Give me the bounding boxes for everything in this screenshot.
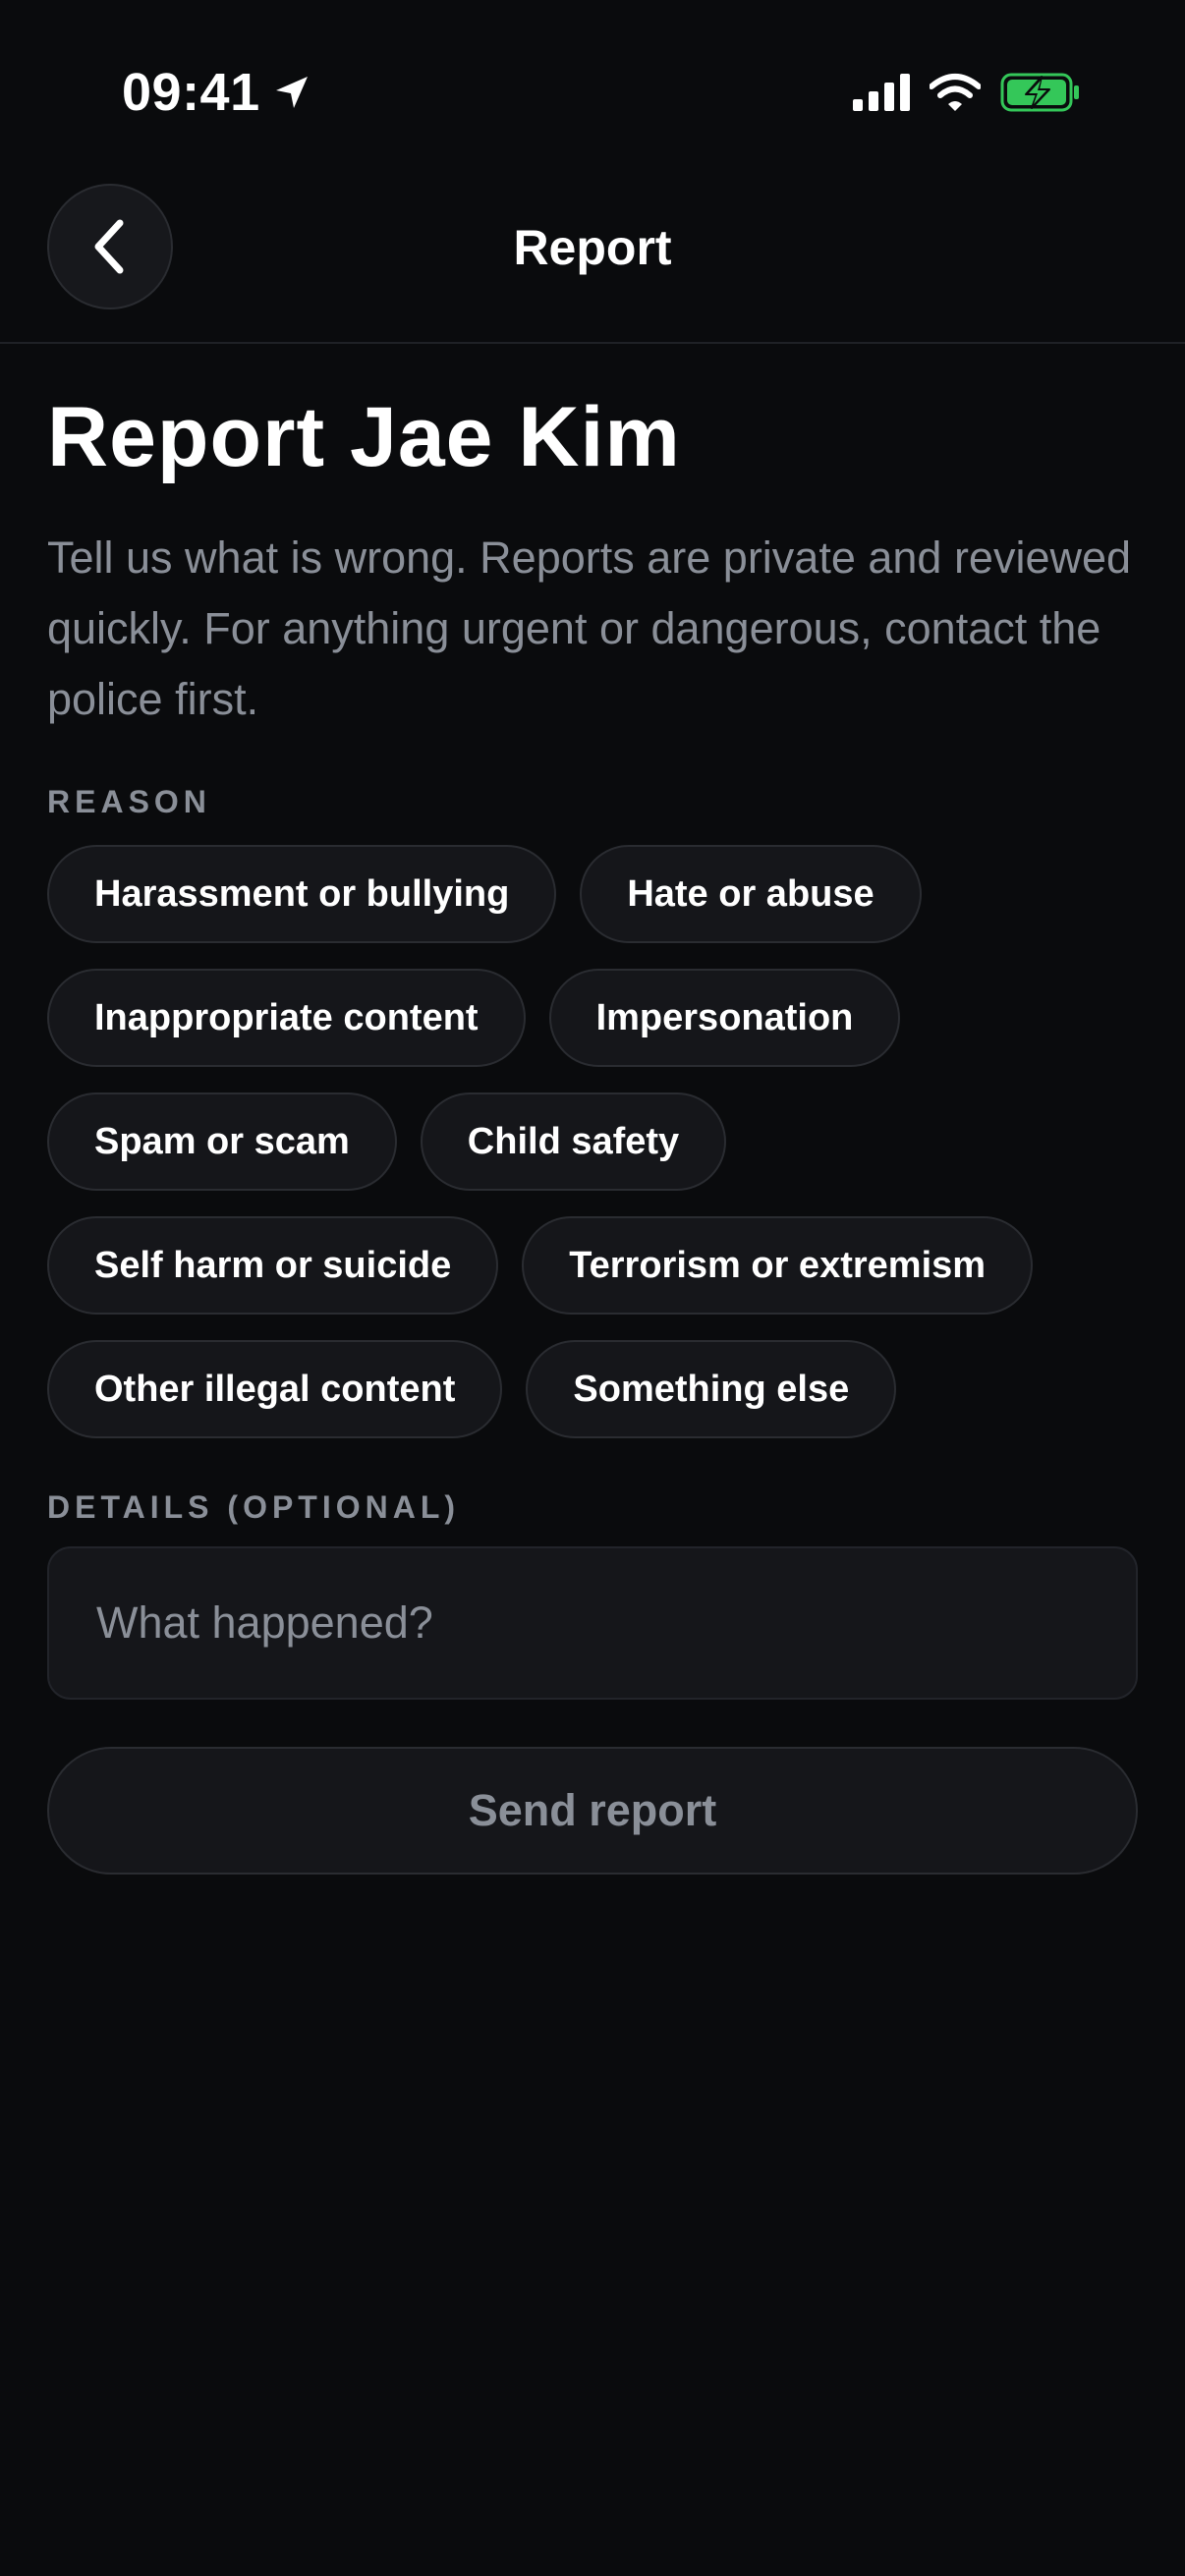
reason-chip-terrorism[interactable]: Terrorism or extremism bbox=[522, 1216, 1034, 1315]
wifi-icon bbox=[930, 74, 981, 111]
page-title: Report Jae Kim bbox=[47, 390, 681, 484]
report-form: Report Jae Kim Tell us what is wrong. Re… bbox=[47, 383, 1138, 1875]
reason-chip-inappropriate[interactable]: Inappropriate content bbox=[47, 969, 526, 1067]
status-time: 09:41 bbox=[122, 63, 311, 122]
location-arrow-icon bbox=[275, 77, 308, 108]
status-indicators bbox=[853, 73, 1081, 112]
reason-chip-hate[interactable]: Hate or abuse bbox=[580, 845, 922, 943]
reason-chip-child-safety[interactable]: Child safety bbox=[420, 1092, 727, 1191]
reason-chip-group: Harassment or bullying Hate or abuse Ina… bbox=[47, 845, 1138, 1438]
description-text: Tell us what is wrong. Reports are priva… bbox=[47, 532, 1132, 724]
send-report-button[interactable]: Send report bbox=[47, 1747, 1138, 1875]
battery-charging-icon bbox=[1000, 73, 1079, 112]
status-bar: 09:41 bbox=[0, 0, 1185, 187]
header-title: Report bbox=[513, 220, 672, 275]
reason-chip-something-else[interactable]: Something else bbox=[526, 1340, 897, 1438]
reason-chip-spam[interactable]: Spam or scam bbox=[47, 1092, 397, 1191]
details-section-label: DETAILS (OPTIONAL) bbox=[47, 1489, 461, 1525]
details-input[interactable] bbox=[47, 1546, 1138, 1700]
navigation-header: Report bbox=[0, 177, 1185, 344]
reason-chip-harassment[interactable]: Harassment or bullying bbox=[47, 845, 557, 943]
reason-chip-impersonation[interactable]: Impersonation bbox=[548, 969, 901, 1067]
cellular-signal-icon bbox=[853, 74, 910, 111]
reason-chip-illegal[interactable]: Other illegal content bbox=[47, 1340, 503, 1438]
reason-chip-self-harm[interactable]: Self harm or suicide bbox=[47, 1216, 499, 1315]
status-time-text: 09:41 bbox=[122, 63, 260, 122]
reason-section-label: REASON bbox=[47, 784, 211, 819]
